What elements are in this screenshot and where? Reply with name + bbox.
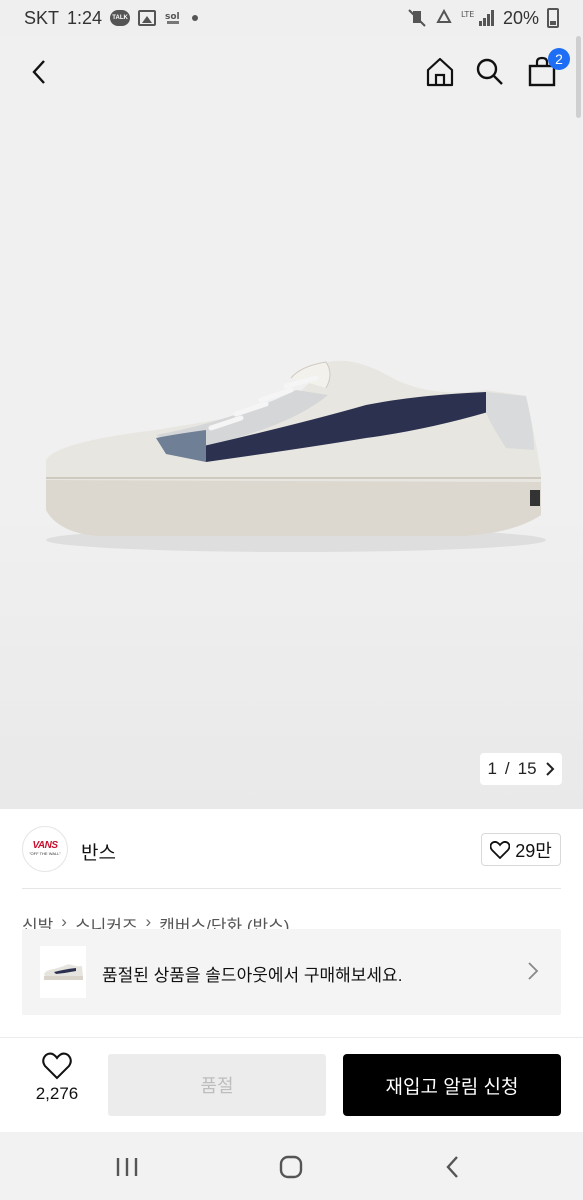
product-image-sneaker — [46, 360, 546, 552]
svg-text:sol: sol — [165, 12, 180, 22]
system-home-button[interactable] — [274, 1150, 308, 1184]
soldout-product-thumbnail — [40, 946, 86, 998]
top-navigation: 2 — [0, 36, 583, 108]
mute-icon — [407, 8, 427, 28]
system-back-icon — [446, 1156, 458, 1178]
brand-logo-tagline: "OFF THE WALL" — [29, 851, 61, 856]
kakaotalk-icon: TALK — [110, 10, 131, 26]
search-icon — [476, 58, 503, 85]
brand-like-count: 29만 — [515, 840, 552, 861]
clock: 1:24 — [67, 7, 103, 28]
carrier-label: SKT — [24, 7, 60, 28]
sol-app-icon: sol — [164, 9, 184, 27]
soldout-banner-text: 품절된 상품을 솔드아웃에서 구매해보세요. — [102, 966, 403, 985]
image-page-indicator[interactable]: 1 / 15 — [480, 753, 562, 785]
notification-dot-icon — [192, 15, 199, 21]
system-navigation-bar — [0, 1132, 583, 1200]
soldout-button[interactable]: 품절 — [108, 1054, 326, 1116]
soldout-banner[interactable]: 품절된 상품을 솔드아웃에서 구매해보세요. — [22, 929, 561, 1015]
wishlist-count: 2,276 — [35, 1084, 79, 1103]
bottom-action-bar: 2,276 품절 재입고 알림 신청 — [0, 1037, 583, 1132]
brand-row: VANS "OFF THE WALL" 반스 29만 — [0, 820, 583, 878]
image-page-current: 1 — [487, 759, 497, 778]
heart-icon — [42, 1052, 72, 1080]
chevron-left-icon — [32, 60, 45, 84]
signal-icon: LTE — [461, 8, 495, 28]
recycle-icon — [435, 9, 453, 27]
system-home-icon — [279, 1155, 303, 1179]
wishlist-button[interactable]: 2,276 — [22, 1052, 92, 1116]
home-icon — [426, 57, 454, 87]
brand-logo-text: VANS — [32, 840, 58, 851]
brand-like-button[interactable]: 29만 — [481, 833, 561, 866]
chevron-right-icon — [528, 962, 539, 980]
cart-button[interactable]: 2 — [520, 48, 570, 94]
back-button[interactable] — [18, 50, 62, 94]
battery-percent: 20% — [502, 7, 539, 28]
status-bar: SKT 1:24 TALK sol LTE 20% — [0, 0, 583, 36]
system-back-button[interactable] — [436, 1150, 470, 1184]
battery-icon — [547, 8, 559, 28]
divider — [22, 888, 561, 889]
heart-icon — [490, 840, 511, 859]
chevron-right-icon — [545, 762, 554, 776]
image-page-separator: / — [504, 759, 510, 778]
restock-alert-button[interactable]: 재입고 알림 신청 — [343, 1054, 561, 1116]
cart-count-badge: 2 — [548, 48, 570, 70]
home-button[interactable] — [418, 50, 462, 94]
recents-icon — [116, 1158, 138, 1176]
image-page-total: 15 — [517, 759, 537, 778]
brand-logo[interactable]: VANS "OFF THE WALL" — [22, 826, 68, 872]
recents-button[interactable] — [110, 1150, 144, 1184]
search-button[interactable] — [468, 50, 512, 94]
scrollbar[interactable] — [576, 36, 581, 118]
gallery-icon — [138, 10, 157, 26]
brand-name[interactable]: 반스 — [81, 838, 116, 865]
network-label: LTE — [461, 10, 474, 19]
